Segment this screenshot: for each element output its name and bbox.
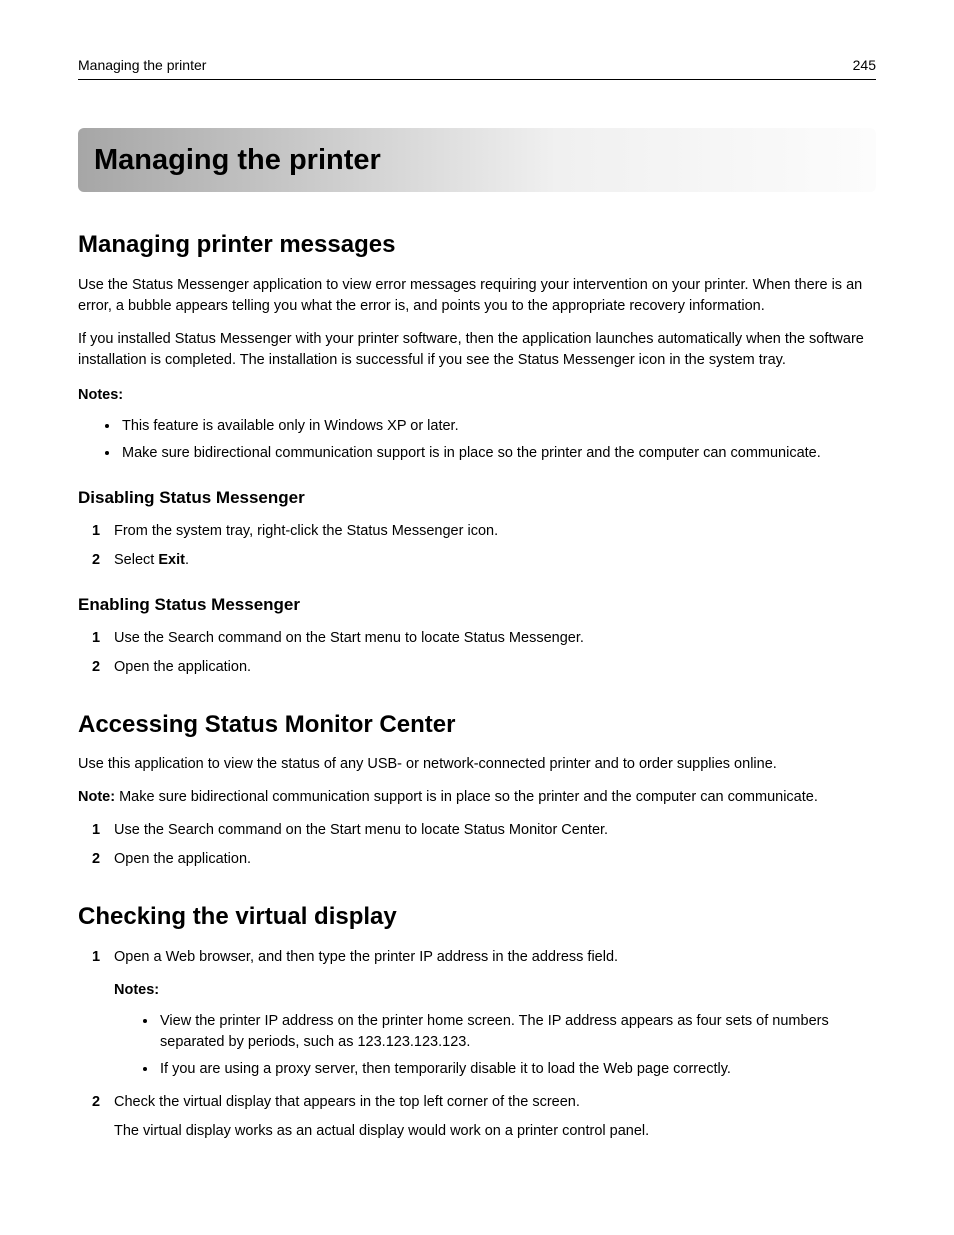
step-item: Check the virtual display that appears i… bbox=[92, 1092, 876, 1142]
page-title: Managing the printer bbox=[78, 128, 876, 192]
running-header: Managing the printer 245 bbox=[78, 55, 876, 80]
section-heading-messages: Managing printer messages bbox=[78, 228, 876, 263]
step-item: Open the application. bbox=[92, 849, 876, 870]
notes-list: View the printer IP address on the print… bbox=[114, 1011, 876, 1080]
page-number: 245 bbox=[853, 55, 876, 75]
list-item: This feature is available only in Window… bbox=[120, 416, 876, 437]
step-item: Select Exit. bbox=[92, 550, 876, 571]
steps-list: From the system tray, right‑click the St… bbox=[78, 521, 876, 571]
list-item: Make sure bidirectional communication su… bbox=[120, 443, 876, 464]
running-title: Managing the printer bbox=[78, 55, 206, 75]
section-heading-virtual: Checking the virtual display bbox=[78, 900, 876, 935]
steps-list: Use the Search command on the Start menu… bbox=[78, 820, 876, 870]
step-item: From the system tray, right‑click the St… bbox=[92, 521, 876, 542]
notes-list: This feature is available only in Window… bbox=[78, 416, 876, 464]
step-item: Open the application. bbox=[92, 657, 876, 678]
paragraph: Use the Status Messenger application to … bbox=[78, 275, 876, 317]
subsection-heading-enable: Enabling Status Messenger bbox=[78, 593, 876, 618]
paragraph: Use this application to view the status … bbox=[78, 754, 876, 775]
notes-label: Notes: bbox=[114, 980, 876, 1001]
list-item: View the printer IP address on the print… bbox=[158, 1011, 876, 1053]
step-item: Open a Web browser, and then type the pr… bbox=[92, 947, 876, 1080]
steps-list: Open a Web browser, and then type the pr… bbox=[78, 947, 876, 1142]
section-heading-monitor: Accessing Status Monitor Center bbox=[78, 708, 876, 743]
paragraph: If you installed Status Messenger with y… bbox=[78, 329, 876, 371]
list-item: If you are using a proxy server, then te… bbox=[158, 1059, 876, 1080]
step-item: Use the Search command on the Start menu… bbox=[92, 628, 876, 649]
notes-label: Notes: bbox=[78, 385, 876, 406]
subsection-heading-disable: Disabling Status Messenger bbox=[78, 486, 876, 511]
paragraph: The virtual display works as an actual d… bbox=[114, 1121, 876, 1142]
paragraph: Note: Make sure bidirectional communicat… bbox=[78, 787, 876, 808]
steps-list: Use the Search command on the Start menu… bbox=[78, 628, 876, 678]
step-item: Use the Search command on the Start menu… bbox=[92, 820, 876, 841]
